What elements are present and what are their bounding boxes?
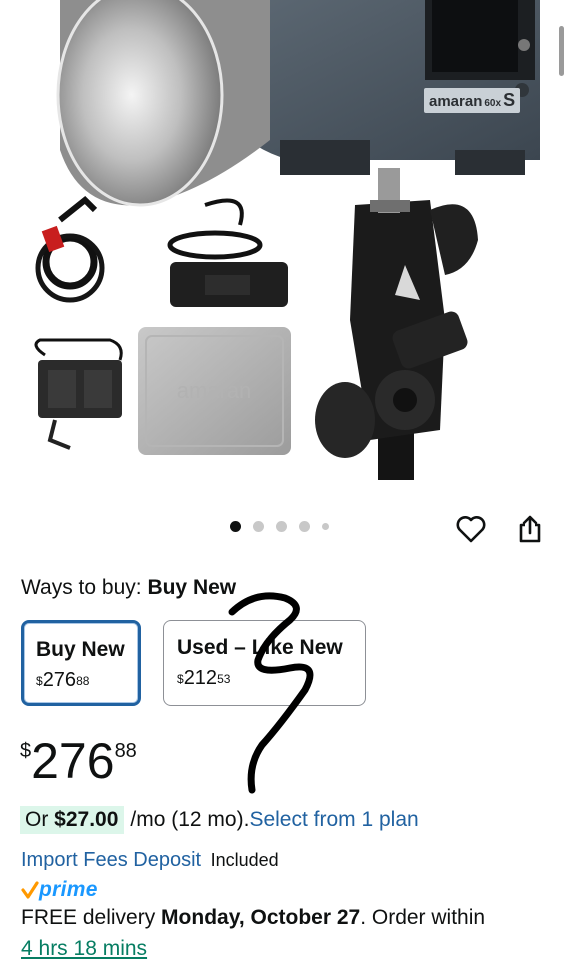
installment-or: Or [25,808,55,831]
buy-option-price: $27688 [36,669,126,691]
carousel-dot[interactable] [299,521,310,532]
case-logo-text: amaran [177,378,252,403]
prime-badge: prime [21,876,98,904]
product-photo-graphic: amaran [34,0,540,480]
ways-to-buy-selected: Buy New [147,576,237,599]
ways-to-buy-label: Ways to buy: [21,576,148,599]
installment-amount: $27.00 [54,808,119,831]
light-model-label: amaran 60x S [424,88,521,113]
select-plan-link[interactable]: Select from 1 plan [249,808,418,832]
delivery-info: FREE delivery Monday, October 27. Order … [21,906,485,930]
ways-to-buy-heading: Ways to buy: Buy New [21,576,236,600]
carousel-dot[interactable] [253,521,264,532]
product-image[interactable]: amaran amaran 60x S [0,0,568,500]
price-fraction: 88 [114,740,137,762]
delivery-prefix: FREE delivery [21,906,162,929]
price-fraction: 88 [76,674,90,688]
prime-check-icon [21,881,39,899]
installment-amount-badge: Or $27.00 [20,806,125,834]
price-whole: 276 [42,669,77,691]
light-brand-text: amaran [429,93,483,110]
image-carousel-dots[interactable] [230,521,329,532]
share-button[interactable] [513,512,547,546]
price-fraction: 53 [217,672,231,686]
import-fees-link[interactable]: Import Fees Deposit [21,849,201,871]
product-price: $ 276 88 [20,734,137,788]
heart-outline-icon [456,516,486,543]
delivery-date: Monday, October 27 [161,906,361,929]
currency-symbol: $ [36,674,43,688]
carousel-dot[interactable] [322,523,329,530]
price-whole: 276 [31,733,115,789]
installment-terms: /mo (12 mo). [130,808,250,831]
price-currency: $ [20,740,32,762]
buy-option-title: Used – Like New [177,636,343,659]
light-model-text: 60x [484,98,502,109]
buy-option-price: $21253 [177,667,353,689]
import-fees-value: Included [210,850,279,870]
carousel-dot[interactable] [276,521,287,532]
prime-label: prime [39,878,98,901]
light-suffix-text: S [503,90,516,110]
buy-option-used[interactable]: Used – Like New $21253 [163,620,366,706]
currency-symbol: $ [177,672,184,686]
carousel-dot[interactable] [230,521,241,532]
scrollbar-thumb[interactable] [559,26,564,76]
delivery-suffix: . Order within [360,906,486,929]
price-whole: 212 [183,667,218,689]
add-to-list-button[interactable] [454,512,488,546]
installment-offer: Or $27.00 /mo (12 mo). Select from 1 pla… [20,806,419,834]
buy-option-title: Buy New [36,638,125,661]
share-icon [519,515,541,543]
order-countdown: 4 hrs 18 mins [21,937,148,960]
import-fees: Import Fees Deposit Included [21,849,279,872]
buy-option-new[interactable]: Buy New $27688 [21,620,141,706]
